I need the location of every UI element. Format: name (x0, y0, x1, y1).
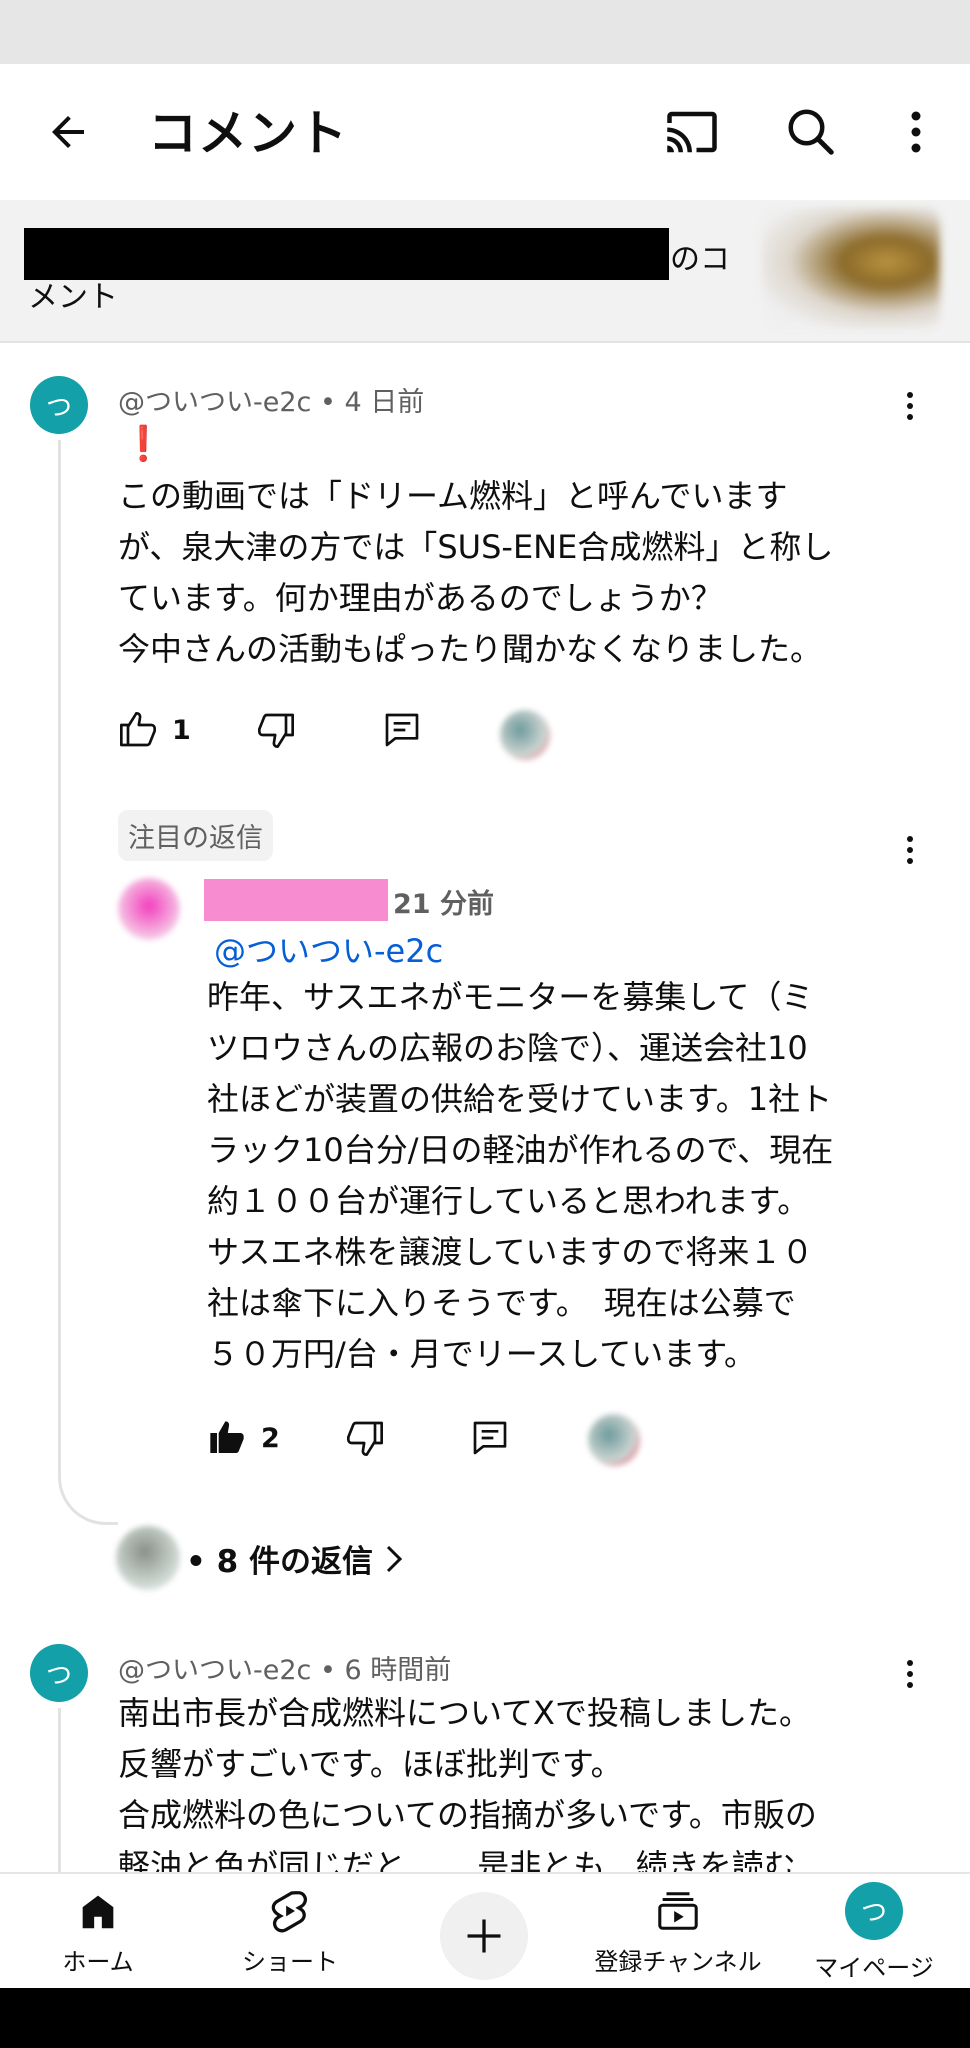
comment-meta: @ついつい-e2c • 6 時間前 (118, 1655, 452, 1686)
back-arrow-icon[interactable] (28, 92, 108, 172)
shorts-icon (271, 1890, 307, 1932)
add-icon (467, 1919, 501, 1953)
nav-home[interactable]: ホーム (30, 1874, 166, 1990)
comment-more-icon[interactable] (890, 386, 930, 426)
comment-more-icon[interactable] (890, 1654, 930, 1694)
thumb-down-icon (258, 713, 294, 748)
system-gesture-bar (0, 1988, 970, 2048)
thumb-up-icon (120, 712, 157, 747)
redacted-username (204, 879, 388, 921)
nav-label: ホーム (62, 1947, 134, 1976)
thread-line (58, 1708, 61, 1872)
reply-time: 21 分前 (393, 889, 494, 920)
thumb-down-icon (347, 1421, 383, 1456)
video-title-suffix: のコ (670, 242, 730, 277)
video-header[interactable]: のコ メント (0, 200, 970, 343)
nav-label: マイページ (814, 1953, 934, 1982)
video-thumbnail[interactable] (762, 208, 940, 328)
reply-text: 昨年、サスエネがモニターを募集して（ミ ツロウさんの広報のお陰で）、運送会社10… (207, 978, 834, 1373)
like-count: 2 (261, 1422, 280, 1454)
like-count: 1 (172, 714, 191, 746)
nav-shorts[interactable]: ショート (220, 1874, 360, 1990)
page-title: コメント (148, 105, 349, 162)
like-button[interactable]: 2 (207, 1418, 280, 1458)
pinned-reply-badge: 注目の返信 (118, 810, 273, 861)
redacted-video-title (24, 228, 669, 280)
comment-text: この動画では「ドリーム燃料」と呼んでいます が、泉大津の方では「SUS-ENE合… (118, 477, 834, 668)
reply-more-icon[interactable] (890, 830, 930, 870)
comment-time: 6 時間前 (344, 1655, 452, 1686)
dislike-button[interactable] (345, 1418, 385, 1458)
subscriptions-icon (658, 1891, 698, 1930)
comment-icon (473, 1421, 507, 1455)
comment-icon (385, 713, 419, 747)
nav-label: 登録チャンネル (594, 1947, 762, 1976)
avatar[interactable]: つ (30, 1644, 88, 1702)
nav-my-page[interactable]: つ マイページ (800, 1874, 948, 1990)
more-vert-icon[interactable] (876, 92, 956, 172)
avatar[interactable]: つ (30, 376, 88, 434)
app-bar: コメント (0, 64, 970, 200)
comment-author[interactable]: @ついつい-e2c (118, 387, 311, 418)
home-icon (82, 1895, 114, 1928)
like-button[interactable]: 1 (118, 710, 191, 750)
nav-label: ショート (242, 1947, 338, 1976)
chevron-right-icon (386, 1545, 403, 1572)
mention-link[interactable]: @ついつい-e2c (214, 926, 443, 972)
avatar[interactable] (118, 878, 180, 940)
avatar-icon: つ (845, 1881, 903, 1940)
reply-button[interactable] (382, 710, 422, 750)
comment-meta: @ついつい-e2c • 4 日前 (118, 387, 425, 418)
reply-button[interactable] (470, 1418, 510, 1458)
bottom-navigation: ホーム ショート 登録チャンネル つ マイページ (0, 1872, 970, 1988)
thumb-up-filled-icon (210, 1421, 244, 1453)
comment-author[interactable]: @ついつい-e2c (118, 1655, 311, 1686)
nav-subscriptions[interactable]: 登録チャンネル (584, 1874, 772, 1990)
cast-icon[interactable] (652, 92, 732, 172)
more-replies-button[interactable]: • 8 件の返信 (186, 1536, 405, 1581)
exclamation-emoji: ❗ (122, 424, 165, 464)
search-icon[interactable] (771, 92, 851, 172)
dislike-button[interactable] (256, 710, 296, 750)
replier-avatar (116, 1526, 180, 1590)
comment-time: 4 日前 (344, 387, 425, 418)
video-title-suffix-line2: メント (28, 280, 118, 315)
create-button[interactable] (440, 1892, 528, 1980)
thread-line (58, 440, 118, 1525)
more-replies-label: • 8 件の返信 (186, 1544, 373, 1580)
comment-text: 南出市長が合成燃料についてXで投稿しました。 反響がすごいです。ほぼ批判です。 … (118, 1694, 817, 1872)
creator-heart-avatar (500, 710, 550, 760)
creator-heart-avatar (588, 1414, 640, 1466)
status-bar (0, 0, 970, 64)
